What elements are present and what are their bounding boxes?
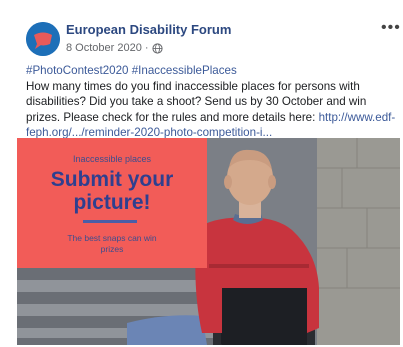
post-text: #PhotoContest2020 #InaccessiblePlaces Ho… [26,63,398,141]
meta-separator: · [144,42,149,54]
post-text-line: disabilities? Did you take a shoot? Send… [26,95,367,108]
post-text-line: How many times do you find inaccessible … [26,79,360,93]
promo-divider [83,220,137,223]
more-options-icon[interactable]: ••• [381,19,401,37]
post-date[interactable]: 8 October 2020 [66,42,142,54]
hashtag-photocontest[interactable]: #PhotoContest2020 [26,64,129,77]
hashtag-line: #PhotoContest2020 #InaccessiblePlaces [26,63,398,79]
globe-icon [151,42,163,54]
post-text-line: prizes. Please check for the rules and m… [26,110,398,126]
promo-title: Submit your picture! [50,168,174,214]
promo-footnote: The best snaps can win prizes [67,233,157,254]
post-meta: 8 October 2020 · [66,42,163,54]
post-link[interactable]: http://www.edf- [319,111,396,124]
promo-eyebrow: Inaccessible places [72,154,152,164]
page-avatar[interactable] [26,22,60,56]
page-name-link[interactable]: European Disability Forum [66,22,231,37]
hashtag-inaccessibleplaces[interactable]: #InaccessiblePlaces [132,64,237,77]
post-text-fragment: prizes. Please check for the rules and m… [26,110,319,124]
promo-overlay: Inaccessible places Submit your picture!… [17,138,207,268]
post-photo[interactable]: Inaccessible places Submit your picture!… [17,138,400,345]
edf-logo-icon [26,22,60,56]
